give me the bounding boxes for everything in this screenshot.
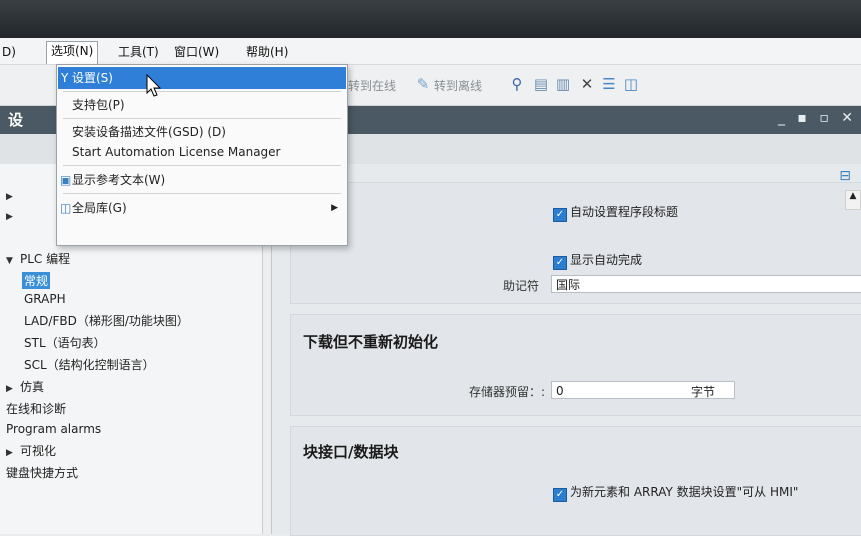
- reference-text-icon: ▣: [60, 173, 72, 187]
- section-title: 下载但不重新初始化: [303, 333, 439, 351]
- section-title: 块接口/数据块: [303, 443, 399, 461]
- checkbox-label: 显示自动完成: [570, 253, 643, 267]
- tree-item-online[interactable]: 在线和诊断: [6, 400, 66, 417]
- tree-item-plc[interactable]: ▼ PLC 编程: [6, 250, 70, 267]
- menu-item-global-library[interactable]: ◫ 全局库(G) ▶: [58, 197, 346, 219]
- menu-item-settings[interactable]: Y 设置(S): [58, 67, 346, 89]
- tree-item-collapsed[interactable]: ▶: [6, 208, 20, 222]
- go-offline-icon[interactable]: ✎: [414, 75, 432, 93]
- expand-arrow-icon[interactable]: ▶: [6, 192, 20, 202]
- mouse-cursor-icon: [146, 74, 162, 97]
- split-vertical-icon[interactable]: ◫: [622, 75, 640, 93]
- menu-item-label: 设置(S): [72, 71, 113, 85]
- wrench-icon: Y: [61, 71, 69, 85]
- split-horizontal-icon[interactable]: ☰: [600, 75, 618, 93]
- menu-item-label: 支持包(P): [72, 98, 125, 112]
- scroll-up-icon[interactable]: ▲: [845, 190, 861, 210]
- checkbox-checked-icon: ✓: [553, 208, 567, 222]
- tree-item-label: 可视化: [20, 444, 57, 458]
- menu-separator: [63, 193, 341, 194]
- menu-item-license-manager[interactable]: Start Automation License Manager: [58, 141, 346, 163]
- general-panel: ✓ 自动设置程序段标题 ✓ 显示自动完成 助记符 国际: [290, 182, 861, 304]
- tree-item-alarms[interactable]: Program alarms: [6, 422, 101, 436]
- menu-item-label: 全局库(G): [72, 201, 127, 215]
- autocomplete-checkbox[interactable]: ✓ 显示自动完成: [553, 251, 642, 270]
- menu-bar: D) 选项(N) 工具(T) 窗口(W) 帮助(H): [0, 38, 861, 65]
- go-offline-button[interactable]: 转到离线: [434, 77, 482, 94]
- tree-item-vis[interactable]: ▶ 可视化: [6, 442, 56, 459]
- menu-separator: [63, 118, 341, 119]
- tree-item-ladfbd[interactable]: LAD/FBD（梯形图/功能块图）: [24, 312, 189, 329]
- expand-arrow-icon[interactable]: ▶: [6, 212, 20, 222]
- monitor-icon[interactable]: ▤: [532, 75, 550, 93]
- menu-window[interactable]: 窗口(W): [174, 43, 219, 61]
- tree-item-label: PLC 编程: [20, 252, 71, 266]
- menu-separator: [63, 91, 341, 92]
- menu-item-label: Start Automation License Manager: [72, 145, 281, 159]
- tree-item-graph[interactable]: GRAPH: [24, 292, 66, 306]
- checkbox-checked-icon: ✓: [553, 256, 567, 270]
- tree-item-scl[interactable]: SCL（结构化控制语言）: [24, 356, 155, 373]
- window-title: 设: [8, 111, 24, 129]
- expand-arrow-icon[interactable]: ▶: [6, 448, 20, 458]
- auto-title-checkbox[interactable]: ✓ 自动设置程序段标题: [553, 203, 678, 222]
- menu-options[interactable]: 选项(N): [46, 41, 99, 64]
- tree-item-collapsed[interactable]: ▶: [6, 188, 20, 202]
- menu-item-label: 显示参考文本(W): [72, 173, 166, 187]
- expand-arrow-icon[interactable]: ▶: [6, 384, 20, 394]
- mnemonic-select[interactable]: 国际: [551, 275, 861, 293]
- options-dropdown: Y 设置(S) 支持包(P) 安装设备描述文件(GSD) (D) Start A…: [56, 64, 348, 246]
- checkbox-label: 自动设置程序段标题: [570, 205, 679, 219]
- memory-unit: 字节: [691, 385, 716, 399]
- submenu-arrow-icon: ▶: [331, 203, 338, 213]
- global-library-icon: ◫: [60, 201, 72, 215]
- checkbox-checked-icon: ✓: [553, 488, 567, 502]
- menu-help[interactable]: 帮助(H): [246, 43, 288, 61]
- menu-item-install-gsd[interactable]: 安装设备描述文件(GSD) (D): [58, 121, 346, 143]
- title-bar: [0, 0, 861, 38]
- tree-item-keys[interactable]: 键盘快捷方式: [6, 464, 78, 481]
- menu-separator: [63, 165, 341, 166]
- memory-label: 存储器预留：:: [468, 385, 545, 399]
- tree-item-label: 仿真: [20, 380, 45, 394]
- menu-item-partial[interactable]: D): [2, 43, 16, 61]
- mnemonic-label: 助记符: [502, 279, 539, 293]
- block-panel: 块接口/数据块 ✓ 为新元素和 ARRAY 数据块设置"可从 HMI": [290, 426, 861, 536]
- close-x-icon[interactable]: ✕: [578, 75, 596, 93]
- window-controls[interactable]: _ ▪ ▫ ✕: [778, 110, 857, 126]
- menu-item-label: 安装设备描述文件(GSD) (D): [72, 125, 226, 139]
- checkbox-label: 为新元素和 ARRAY 数据块设置"可从 HMI": [570, 485, 799, 499]
- menu-item-show-reference-text[interactable]: ▣ 显示参考文本(W): [58, 169, 346, 191]
- array-hmi-checkbox[interactable]: ✓ 为新元素和 ARRAY 数据块设置"可从 HMI": [553, 483, 798, 502]
- tree-item-sim[interactable]: ▶ 仿真: [6, 378, 44, 395]
- tree-item-stl[interactable]: STL（语句表）: [24, 334, 106, 351]
- download-panel: 下载但不重新初始化 存储器预留：: 0 字节: [290, 314, 861, 416]
- settings-content: ⊟ ✓ 自动设置程序段标题 ✓ 显示自动完成 助记符 国际 下载但不重新初始化 存储…: [272, 164, 861, 536]
- go-online-button[interactable]: 转到在线: [348, 77, 396, 94]
- menu-tools[interactable]: 工具(T): [118, 43, 159, 61]
- collapse-arrow-icon[interactable]: ▼: [6, 256, 20, 266]
- accessible-devices-icon[interactable]: ⚲: [508, 75, 526, 93]
- tree-item-general[interactable]: 常规: [22, 272, 51, 289]
- menu-item-support-package[interactable]: 支持包(P): [58, 94, 346, 116]
- module-info-icon[interactable]: ▥: [554, 75, 572, 93]
